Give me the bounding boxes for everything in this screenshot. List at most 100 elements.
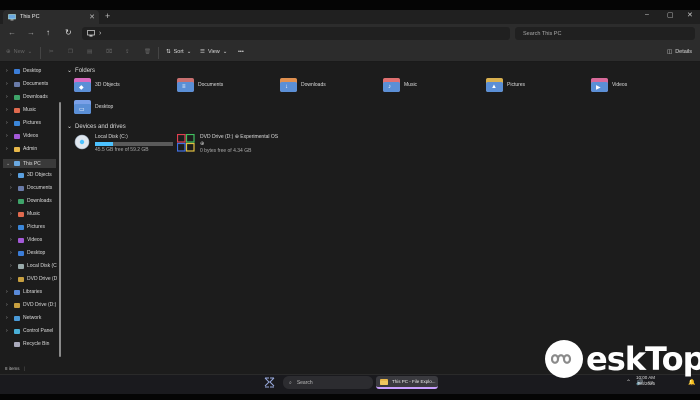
minimize-button[interactable]: – [645,11,649,18]
sidebar-item-label: Downloads [23,94,48,100]
tab-this-pc[interactable]: This PC ✕ [3,10,99,24]
folder-tile[interactable]: ♪ Music [383,78,417,92]
chevron-icon[interactable]: ⌄ [6,161,11,167]
sidebar-item[interactable]: › Documents [10,185,52,191]
chevron-icon[interactable]: › [6,133,11,139]
chevron-icon[interactable]: › [10,185,15,191]
folder-label: Downloads [301,82,326,88]
sidebar-item[interactable]: ⌄ This PC [3,159,56,168]
folder-tile[interactable]: ▲ Pictures [486,78,525,92]
copy-icon[interactable]: ❐ [68,49,73,55]
sidebar-item-label: Local Disk (C [27,263,57,269]
chevron-icon[interactable]: › [6,315,11,321]
sidebar-item[interactable]: › Videos [6,133,38,139]
details-button[interactable]: ◫ Details [667,49,692,55]
chevron-icon[interactable]: › [10,263,15,269]
sidebar-item[interactable]: › Desktop [10,250,45,256]
more-options-button[interactable]: ••• [238,49,244,55]
new-tab-button[interactable]: + [105,11,110,21]
maximize-button[interactable]: ▢ [667,11,674,19]
sidebar-item-label: Control Panel [23,328,54,334]
taskbar-app-file-explorer[interactable]: This PC - File Explo... [376,376,438,389]
sidebar-item[interactable]: › Pictures [6,120,41,126]
chevron-icon[interactable]: › [6,328,11,334]
path-box[interactable]: › [82,27,510,40]
rename-icon[interactable]: ⌧ [106,49,112,55]
chevron-icon[interactable]: › [6,107,11,113]
chevron-icon[interactable]: › [6,289,11,295]
chevron-icon[interactable]: › [10,198,15,204]
sidebar-item[interactable]: › Libraries [6,289,42,295]
folder-tile[interactable]: ◆ 3D Objects [74,78,120,92]
drive-free-space: 45.5 GB free of 59.2 GB [95,147,149,153]
sidebar-item[interactable]: › Desktop [6,68,41,74]
chevron-icon[interactable]: › [6,302,11,308]
notification-bell-icon[interactable]: 🔔 [688,379,695,386]
folders-section-header[interactable]: ⌄ Folders [67,67,95,75]
dvd-drive-icon [177,134,195,152]
chevron-icon[interactable]: › [10,172,15,178]
sidebar-item[interactable]: › Music [10,211,40,217]
sidebar-item[interactable]: › Downloads [10,198,52,204]
computer-icon [8,13,16,20]
folder-tile[interactable]: ▶ Videos [591,78,627,92]
chevron-icon[interactable]: › [10,250,15,256]
drives-section-header[interactable]: ⌄ Devices and drives [67,123,126,131]
taskbar-search[interactable]: ⌕ Search [283,376,373,389]
sidebar-item-label: This PC [23,160,41,167]
chevron-down-icon: ⌄ [27,49,33,55]
sidebar-item[interactable]: › Local Disk (C [10,263,57,269]
paste-icon[interactable]: ▤ [87,49,92,55]
chevron-icon[interactable]: › [10,237,15,243]
search-input[interactable]: Search This PC [515,27,695,40]
close-window-button[interactable]: ✕ [687,11,693,19]
sidebar-item-label: Pictures [23,120,42,126]
back-arrow-icon[interactable]: ← [8,28,16,37]
sidebar-item[interactable]: › Music [6,107,36,113]
cut-icon[interactable]: ✂ [49,49,54,55]
delete-icon[interactable]: 🗑 [144,49,151,55]
pictures-icon [14,120,20,126]
chevron-icon[interactable]: › [10,224,15,230]
new-button[interactable]: ⊕ New ⌄ [6,49,32,55]
sidebar-item[interactable]: › Pictures [10,224,45,230]
dvd-icon [14,302,20,308]
desktop-folder-icon: ▭ [74,100,91,114]
sidebar-item[interactable]: › 3D Objects [10,172,52,178]
up-arrow-icon[interactable]: ↑ [46,28,50,37]
sidebar-item[interactable]: › Downloads [6,94,48,100]
chevron-icon[interactable]: › [6,94,11,100]
sidebar-item[interactable]: › Documents [6,81,48,87]
refresh-icon[interactable]: ↻ [65,28,72,37]
chevron-icon[interactable]: › [6,81,11,87]
sort-icon: ⇅ [166,49,171,55]
sidebar-item[interactable]: › Network [6,315,41,321]
folder-tile[interactable]: ▭ Desktop [74,100,113,114]
chevron-icon[interactable]: › [6,68,11,74]
chevron-down-icon: ⌄ [186,49,192,55]
sort-button[interactable]: ⇅ Sort ⌄ [166,49,191,55]
sidebar-scrollbar[interactable] [59,102,61,357]
sidebar-item[interactable]: › Control Panel [6,328,53,334]
drive-local-disk-c[interactable]: Local Disk (C:) 45.5 GB free of 59.2 GB [74,134,173,153]
forward-arrow-icon[interactable]: → [27,28,35,37]
chevron-icon[interactable]: › [6,120,11,126]
drive-dvd-d[interactable]: DVD Drive (D:) ⊕ Experimental OS ⊕ 0 byt… [177,134,278,154]
tab-close-icon[interactable]: ✕ [89,13,95,21]
share-icon[interactable]: ⇪ [125,49,130,55]
chevron-icon[interactable]: › [6,146,11,152]
sidebar-item[interactable]: › DVD Drive (D:) [6,302,56,308]
start-icon[interactable] [264,377,275,388]
chevron-icon[interactable]: › [10,276,15,282]
network-icon [14,315,20,321]
sidebar-item[interactable]: › Admin [6,146,37,152]
tray-chevron-icon[interactable]: ⌃ [626,379,631,386]
view-button[interactable]: ☰ View ⌄ [200,49,227,55]
chevron-icon[interactable]: › [10,211,15,217]
sidebar-item[interactable]: › DVD Drive (D [10,276,57,282]
folder-tile[interactable]: ↓ Downloads [280,78,326,92]
clock-date: 3/8/2025 [637,381,656,386]
folder-tile[interactable]: ≡ Documents [177,78,223,92]
sidebar-item[interactable]: › Videos [10,237,42,243]
sidebar-item[interactable]: Recycle Bin [6,341,49,347]
